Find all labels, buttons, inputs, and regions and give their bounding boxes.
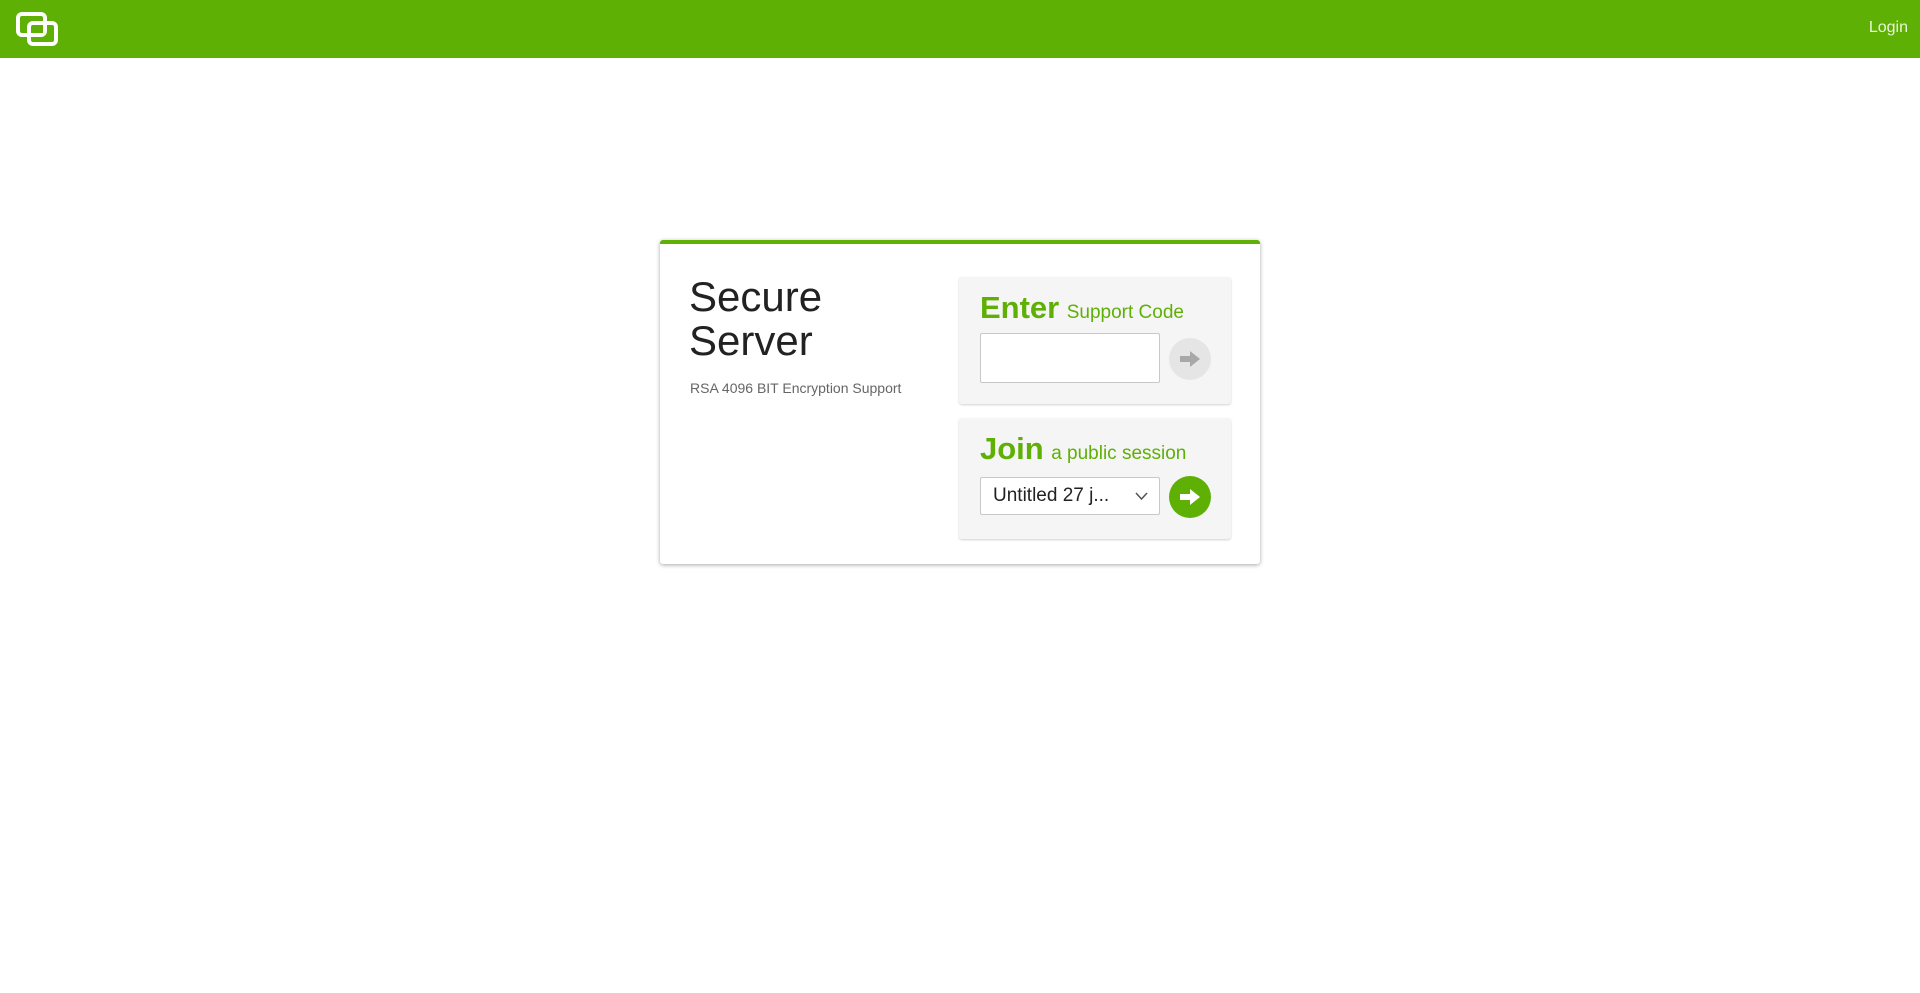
- enter-code-panel: Enter Support Code: [959, 277, 1231, 404]
- enter-heading-big: Enter: [980, 290, 1060, 325]
- arrow-right-icon: [1180, 489, 1200, 505]
- support-code-input[interactable]: [980, 333, 1160, 383]
- selected-session-value: Untitled 27 j...: [993, 485, 1110, 506]
- join-session-button[interactable]: [1169, 476, 1211, 518]
- public-session-select[interactable]: Untitled 27 j...: [980, 477, 1160, 515]
- chevron-down-icon: [1135, 492, 1148, 501]
- enter-heading-small: Support Code: [1066, 302, 1184, 323]
- join-session-panel: Join a public session Untitled 27 j...: [959, 418, 1231, 539]
- join-session-heading: Join a public session: [980, 431, 1186, 467]
- arrow-right-icon: [1180, 351, 1200, 367]
- join-heading-small: a public session: [1051, 443, 1187, 464]
- top-bar: Login: [0, 0, 1920, 58]
- enter-code-heading: Enter Support Code: [980, 290, 1184, 326]
- submit-code-button[interactable]: [1169, 338, 1211, 380]
- page-title: Secure Server: [689, 273, 823, 364]
- login-link[interactable]: Login: [1869, 19, 1908, 37]
- logo-icon[interactable]: [16, 12, 58, 46]
- encryption-subtitle: RSA 4096 BIT Encryption Support: [690, 380, 902, 396]
- join-heading-big: Join: [980, 431, 1044, 466]
- connect-card: Secure Server RSA 4096 BIT Encryption Su…: [660, 240, 1260, 564]
